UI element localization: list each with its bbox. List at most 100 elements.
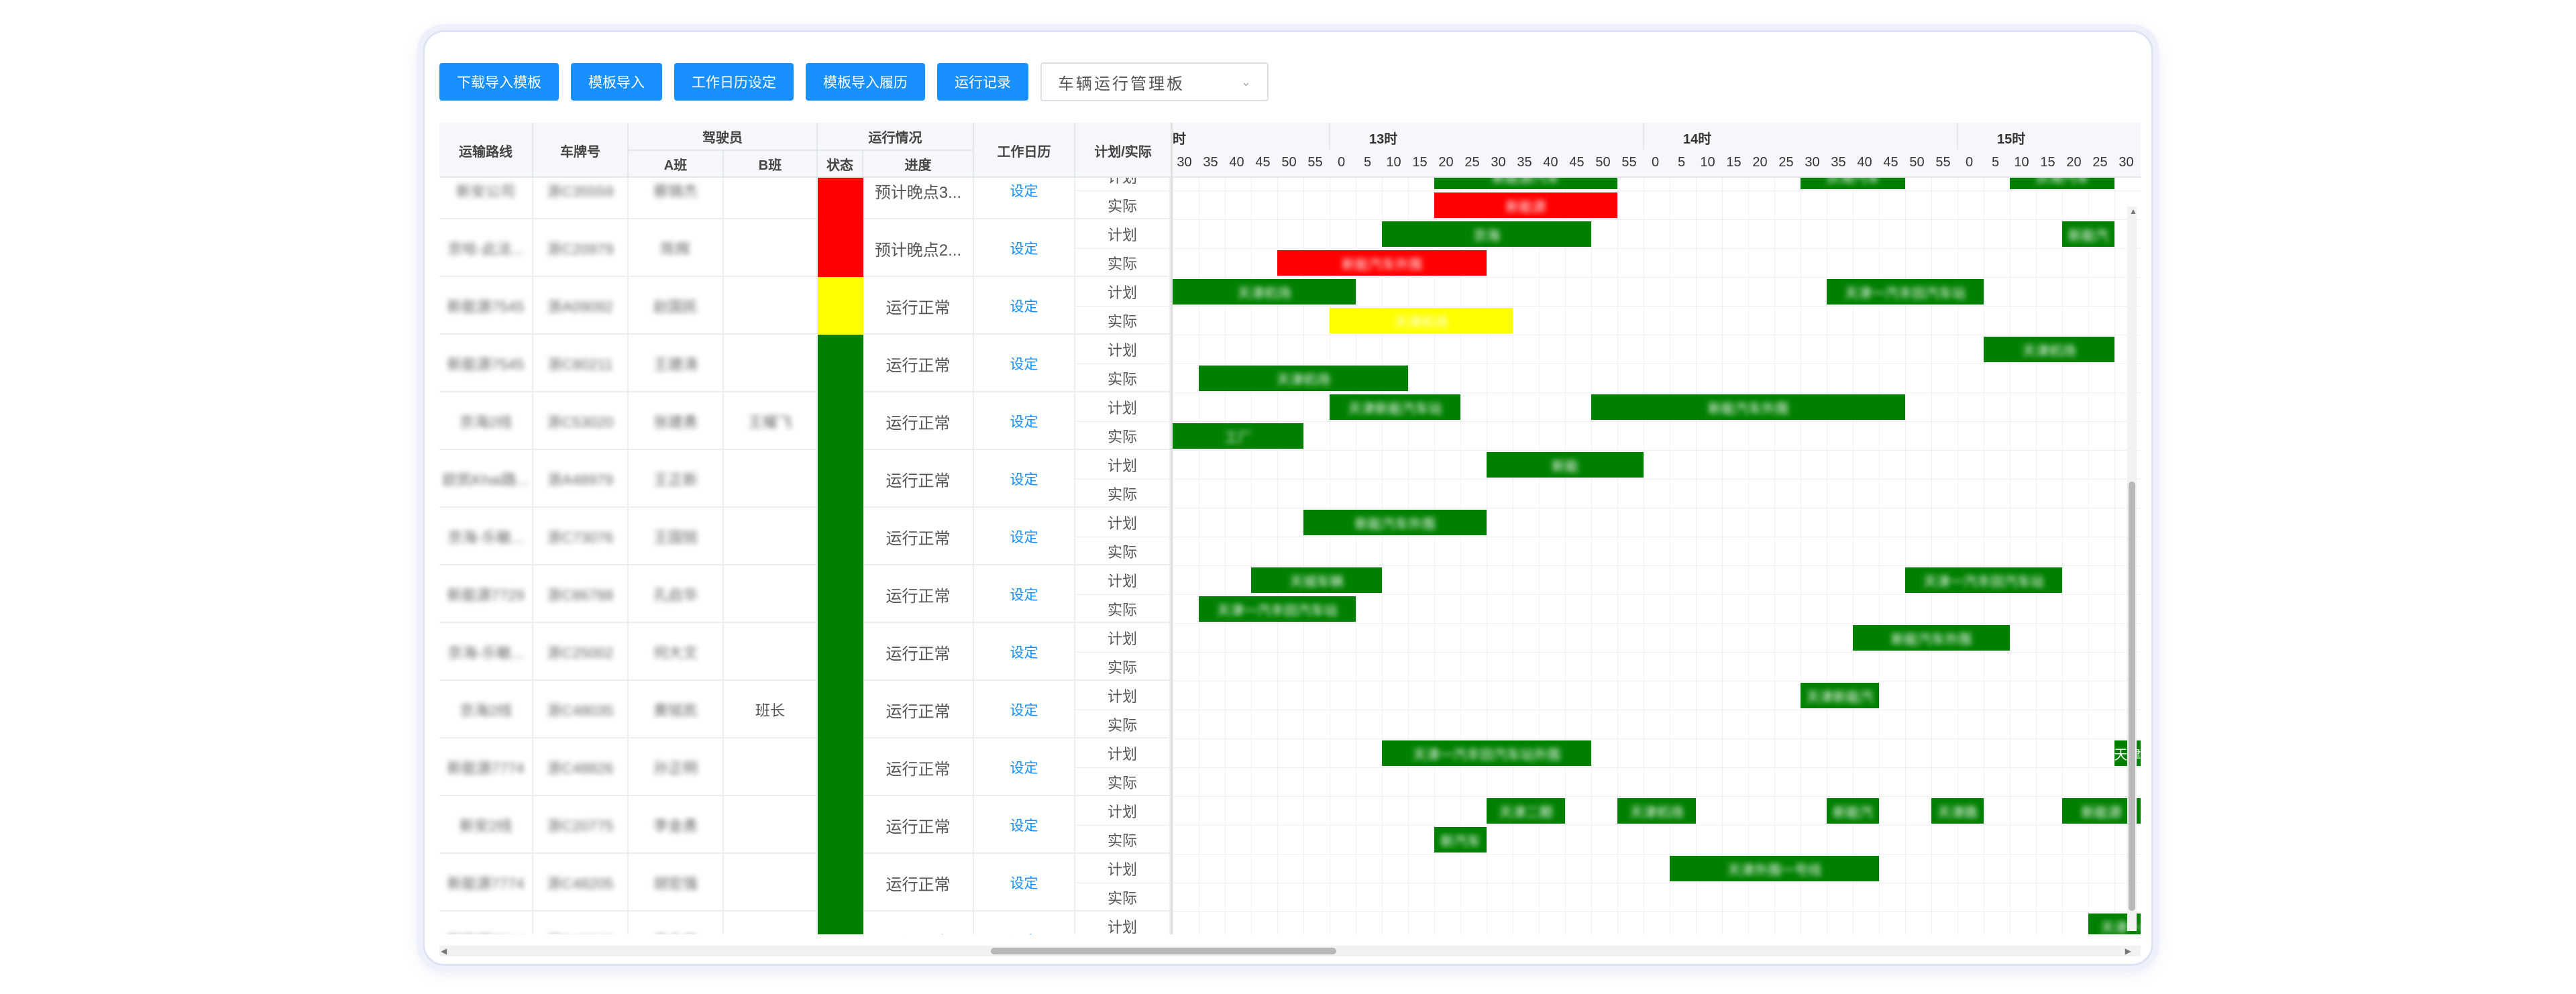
progress-cell: 运行正常 (863, 738, 974, 796)
actual-label: 实际 (1075, 825, 1171, 854)
download-template-button[interactable]: 下载导入模板 (439, 63, 559, 101)
plan-bar[interactable]: 天城车辆 (1251, 567, 1382, 593)
set-calendar-link[interactable]: 设定 (1010, 180, 1038, 201)
bar-label: 天津二期 (1499, 805, 1553, 820)
scroll-up-icon[interactable]: ▲ (2129, 207, 2137, 216)
plan-bar[interactable]: 新能汽车外围 (1303, 510, 1487, 535)
app-window: 下载导入模板 模板导入 工作日历设定 模板导入履历 运行记录 车辆运行管理板 ⌄… (423, 30, 2153, 966)
set-calendar-link[interactable]: 设定 (1010, 469, 1038, 489)
plan-label: 计划 (1075, 796, 1171, 825)
plan-bar[interactable]: 天津外围一号线 (1670, 856, 1879, 881)
plan-bar[interactable]: 天津新能汽车站 (1330, 394, 1460, 420)
col-plate: 车牌号 (533, 123, 629, 178)
time-tick: 40 (1229, 155, 1244, 170)
set-calendar-link[interactable]: 设定 (1010, 584, 1038, 604)
run-records-button[interactable]: 运行记录 (937, 63, 1028, 101)
bar-label: 天津机场 (1237, 286, 1291, 301)
table-row: 京海-乐敏... 浙C25002 何大文 运行正常 设定 计划 实际 (439, 623, 1171, 681)
plan-bar[interactable]: 新能汽 (1827, 798, 1879, 824)
plan-bar[interactable]: 新能汽车外围 (1591, 394, 1905, 420)
time-tick: 35 (1831, 155, 1846, 170)
time-tick: 15 (1412, 155, 1428, 170)
driver-a-cell: 王建涛 (629, 335, 724, 392)
plan-bar[interactable]: 新能汽 (2062, 221, 2114, 247)
vertical-scrollbar[interactable]: ▲ (2127, 207, 2137, 931)
horizontal-scrollbar[interactable]: ◀ ▶ (439, 946, 2141, 956)
driver-a-cell: 蔡锦杰 (629, 178, 724, 219)
table-row: 新能源7545 浙A09092 赵国民 运行正常 设定 计划 实际 (439, 277, 1171, 335)
actual-bar[interactable]: 新能源 (1434, 192, 1617, 218)
actual-label: 实际 (1075, 652, 1171, 681)
plan-bar[interactable]: 新能汽车外围 (1853, 625, 2010, 651)
import-template-button[interactable]: 模板导入 (571, 63, 662, 101)
actual-label: 实际 (1075, 479, 1171, 508)
time-tick: 25 (1778, 155, 1794, 170)
plan-bar[interactable]: 京海 (1382, 221, 1591, 247)
table-row: 京海2线 浙C53020 张建勇 王耀飞 运行正常 设定 计划 实际 (439, 392, 1171, 450)
driver-a-cell: 赵国民 (629, 277, 724, 335)
set-calendar-link[interactable]: 设定 (1010, 527, 1038, 547)
actual-bar[interactable]: 天津一汽丰田汽车站 (1199, 596, 1356, 622)
set-calendar-link[interactable]: 设定 (1010, 930, 1038, 934)
plan-bar[interactable]: 京海汽车 (2010, 178, 2114, 189)
plan-bar[interactable]: 新能源汽车 (1434, 178, 1617, 189)
plan-bar[interactable]: 天津新能汽 (1801, 683, 1879, 708)
plan-bar[interactable]: 天津机场 (1173, 279, 1356, 305)
actual-bar[interactable]: 新汽车 (1434, 827, 1487, 852)
actual-bar[interactable]: 新能汽车外围 (1277, 250, 1487, 276)
time-tick: 35 (1203, 155, 1218, 170)
time-tick: 5 (1677, 155, 1686, 170)
time-tick: 0 (1965, 155, 1974, 170)
set-calendar-link[interactable]: 设定 (1010, 815, 1038, 835)
driver-b-cell (724, 623, 818, 681)
plan-bar[interactable]: 天津二期 (1487, 798, 1565, 824)
plan-bar[interactable]: 天津路 (1931, 798, 1984, 824)
set-calendar-link[interactable]: 设定 (1010, 353, 1038, 374)
time-tick: 50 (1281, 155, 1297, 170)
time-tick: 0 (1337, 155, 1346, 170)
vertical-scroll-thumb[interactable] (2129, 482, 2135, 911)
time-tick: 15 (2040, 155, 2055, 170)
col-operation: 运行情况 (818, 123, 974, 150)
bar-label: 京海 (1473, 228, 1500, 243)
plan-bar[interactable]: 天津机场 (1984, 337, 2114, 362)
plate-cell: 浙C48205 (533, 854, 629, 912)
status-indicator (818, 854, 863, 912)
plan-bar[interactable]: 天津一汽丰田汽车站外围 (1382, 740, 1591, 766)
plan-bar[interactable]: 天津一汽丰田汽车站 (1827, 279, 1984, 305)
time-tick: 20 (1438, 155, 1454, 170)
set-calendar-link[interactable]: 设定 (1010, 873, 1038, 893)
scroll-right-icon[interactable]: ▶ (2125, 946, 2131, 956)
route-cell: 新能源7545 (439, 335, 533, 392)
set-calendar-link[interactable]: 设定 (1010, 238, 1038, 258)
set-calendar-link[interactable]: 设定 (1010, 642, 1038, 662)
actual-bar[interactable]: 天津机场 (1330, 308, 1513, 333)
work-calendar-setting-button[interactable]: 工作日历设定 (674, 63, 794, 101)
time-tick: 10 (1386, 155, 1401, 170)
bar-label: 天津机场 (2022, 343, 2076, 359)
scroll-left-icon[interactable]: ◀ (441, 946, 447, 956)
set-calendar-link[interactable]: 设定 (1010, 411, 1038, 431)
bar-label: 新能源 (2081, 805, 2122, 820)
plan-bar[interactable]: 天津一汽丰田汽车站 (1905, 567, 2062, 593)
route-cell: 新能源7774 (439, 854, 533, 912)
plan-bar[interactable]: 天津机场 (1617, 798, 1696, 824)
import-history-button[interactable]: 模板导入履历 (806, 63, 925, 101)
set-calendar-link[interactable]: 设定 (1010, 700, 1038, 720)
calendar-cell: 设定 (974, 392, 1075, 450)
set-calendar-link[interactable]: 设定 (1010, 757, 1038, 777)
driver-a-cell: 孔启华 (629, 565, 724, 623)
board-select[interactable]: 车辆运行管理板 ⌄ (1040, 62, 1269, 101)
col-plan-actual: 计划/实际 (1094, 144, 1152, 160)
table-row: 京海2线 浙C48035 黄铭凯 班长 运行正常 设定 计划 实际 (439, 681, 1171, 738)
horizontal-scroll-thumb[interactable] (991, 948, 1336, 954)
actual-bar[interactable]: 天津机场 (1199, 366, 1408, 391)
actual-bar[interactable]: 工厂 (1173, 423, 1303, 449)
col-shift-a: A班 (629, 150, 724, 178)
route-cell: 新能源7774 (439, 738, 533, 796)
plan-bar[interactable]: 新能 (1487, 452, 1644, 478)
chevron-down-icon: ⌄ (1240, 74, 1251, 89)
plan-label: 计划 (1075, 681, 1171, 710)
set-calendar-link[interactable]: 设定 (1010, 296, 1038, 316)
plan-bar[interactable]: 京海汽车 (1801, 178, 1905, 189)
